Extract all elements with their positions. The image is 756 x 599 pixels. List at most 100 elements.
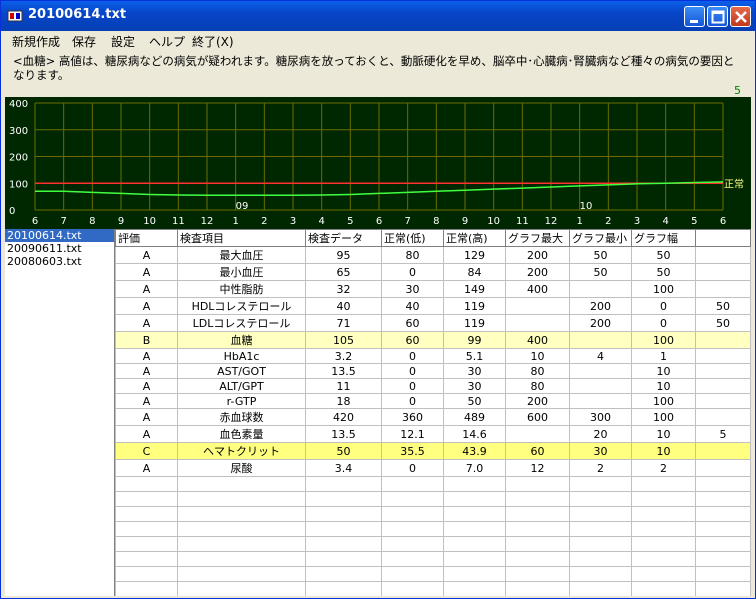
table-cell[interactable]: 149	[443, 280, 506, 298]
table-row[interactable]: Ar-GTP 18 0 50 200 100	[115, 393, 751, 409]
table-cell[interactable]: 32	[305, 280, 382, 298]
table-cell[interactable]	[115, 521, 178, 537]
table-cell[interactable]: A	[115, 363, 178, 379]
title-bar[interactable]: 20100614.txt	[1, 1, 755, 31]
table-cell[interactable]: 60	[381, 314, 444, 332]
table-cell[interactable]: 200	[505, 393, 570, 409]
table-cell[interactable]: 0	[631, 297, 696, 315]
table-cell[interactable]	[569, 551, 632, 567]
table-cell[interactable]: 100	[631, 393, 696, 409]
table-cell[interactable]	[695, 378, 751, 394]
table-cell[interactable]: 血糖	[177, 331, 306, 349]
table-cell[interactable]: 50	[695, 314, 751, 332]
table-row[interactable]: A 最大血圧 95 80 129 200 50 50	[115, 246, 751, 264]
table-row[interactable]: A 赤血球数 420 360 489 600 300 100	[115, 408, 751, 426]
table-cell[interactable]	[381, 521, 444, 537]
table-cell[interactable]	[631, 521, 696, 537]
table-cell[interactable]	[569, 363, 632, 379]
table-cell[interactable]: 1	[631, 348, 696, 364]
table-cell[interactable]	[695, 348, 751, 364]
table-cell[interactable]	[305, 491, 382, 507]
table-cell[interactable]: 20	[569, 425, 632, 443]
table-cell[interactable]	[505, 476, 570, 492]
table-cell[interactable]	[443, 521, 506, 537]
table-cell[interactable]: 0	[381, 363, 444, 379]
table-cell[interactable]	[569, 566, 632, 582]
table-cell[interactable]: 60	[381, 331, 444, 349]
table-cell[interactable]	[115, 491, 178, 507]
table-cell[interactable]: 10	[631, 425, 696, 443]
table-cell[interactable]	[631, 491, 696, 507]
table-cell[interactable]: 200	[569, 314, 632, 332]
table-cell[interactable]	[381, 581, 444, 596]
table-cell[interactable]	[569, 506, 632, 522]
table-cell[interactable]: 80	[505, 363, 570, 379]
table-cell[interactable]: A	[115, 246, 178, 264]
menu-help[interactable]: ヘルプ	[149, 33, 185, 50]
table-cell[interactable]: A	[115, 348, 178, 364]
table-cell[interactable]	[305, 506, 382, 522]
table-cell[interactable]	[569, 521, 632, 537]
table-cell[interactable]	[381, 491, 444, 507]
table-row[interactable]: A HDLコレステロール 40 40 119 200 0 50	[115, 297, 751, 315]
menu-exit[interactable]: 終了(X)	[192, 33, 234, 50]
table-cell[interactable]	[177, 536, 306, 552]
menu-new[interactable]: 新規作成	[12, 33, 60, 50]
file-list-item[interactable]: 20080603.txt	[5, 255, 114, 268]
table-cell[interactable]: 50	[443, 393, 506, 409]
table-cell[interactable]	[695, 331, 751, 349]
table-cell[interactable]: 赤血球数	[177, 408, 306, 426]
table-cell[interactable]: A	[115, 408, 178, 426]
table-cell[interactable]	[177, 491, 306, 507]
table-cell[interactable]: 30	[569, 442, 632, 460]
menu-settings[interactable]: 設定	[111, 33, 135, 50]
table-cell[interactable]	[695, 521, 751, 537]
table-cell[interactable]: 0	[381, 378, 444, 394]
table-row[interactable]	[115, 536, 751, 552]
close-button[interactable]	[730, 6, 751, 27]
table-cell[interactable]	[695, 246, 751, 264]
table-cell[interactable]: 50	[305, 442, 382, 460]
table-row[interactable]: A 血色素量 13.5 12.1 14.6 20 10 5	[115, 425, 751, 443]
table-cell[interactable]: 100	[631, 408, 696, 426]
table-cell[interactable]	[695, 491, 751, 507]
table-cell[interactable]	[177, 551, 306, 567]
table-cell[interactable]: 30	[443, 378, 506, 394]
table-cell[interactable]	[381, 536, 444, 552]
table-row[interactable]: C ヘマトクリット 50 35.5 43.9 60 30 10	[115, 442, 751, 460]
table-cell[interactable]	[381, 506, 444, 522]
table-cell[interactable]: HDLコレステロール	[177, 297, 306, 315]
table-cell[interactable]	[381, 566, 444, 582]
file-list[interactable]: 20100614.txt 20090611.txt 20080603.txt	[5, 229, 115, 596]
table-cell[interactable]: 119	[443, 297, 506, 315]
table-cell[interactable]: 71	[305, 314, 382, 332]
table-cell[interactable]: A	[115, 425, 178, 443]
column-header[interactable]: 正常(高)	[443, 229, 506, 247]
table-cell[interactable]: A	[115, 280, 178, 298]
table-cell[interactable]: 14.6	[443, 425, 506, 443]
column-header[interactable]: 検査項目	[177, 229, 306, 247]
table-cell[interactable]: B	[115, 331, 178, 349]
column-header[interactable]: 評価	[115, 229, 178, 247]
table-cell[interactable]: 7.0	[443, 459, 506, 477]
table-cell[interactable]	[115, 566, 178, 582]
table-cell[interactable]	[569, 331, 632, 349]
table-cell[interactable]: 0	[381, 393, 444, 409]
table-cell[interactable]: 40	[305, 297, 382, 315]
table-cell[interactable]: 300	[569, 408, 632, 426]
table-row[interactable]: A ALT/GPT 11 0 30 80 10	[115, 378, 751, 394]
table-cell[interactable]	[305, 521, 382, 537]
table-cell[interactable]	[505, 566, 570, 582]
table-cell[interactable]: 100	[631, 331, 696, 349]
table-row[interactable]: A HbA1c 3.2 0 5.1 10 4 1	[115, 348, 751, 364]
table-cell[interactable]: C	[115, 442, 178, 460]
table-cell[interactable]: 最大血圧	[177, 246, 306, 264]
table-cell[interactable]	[115, 551, 178, 567]
table-cell[interactable]: 最小血圧	[177, 263, 306, 281]
table-cell[interactable]: A	[115, 297, 178, 315]
table-cell[interactable]: 105	[305, 331, 382, 349]
table-cell[interactable]	[381, 476, 444, 492]
table-cell[interactable]	[631, 551, 696, 567]
table-row[interactable]	[115, 491, 751, 507]
table-cell[interactable]: 119	[443, 314, 506, 332]
